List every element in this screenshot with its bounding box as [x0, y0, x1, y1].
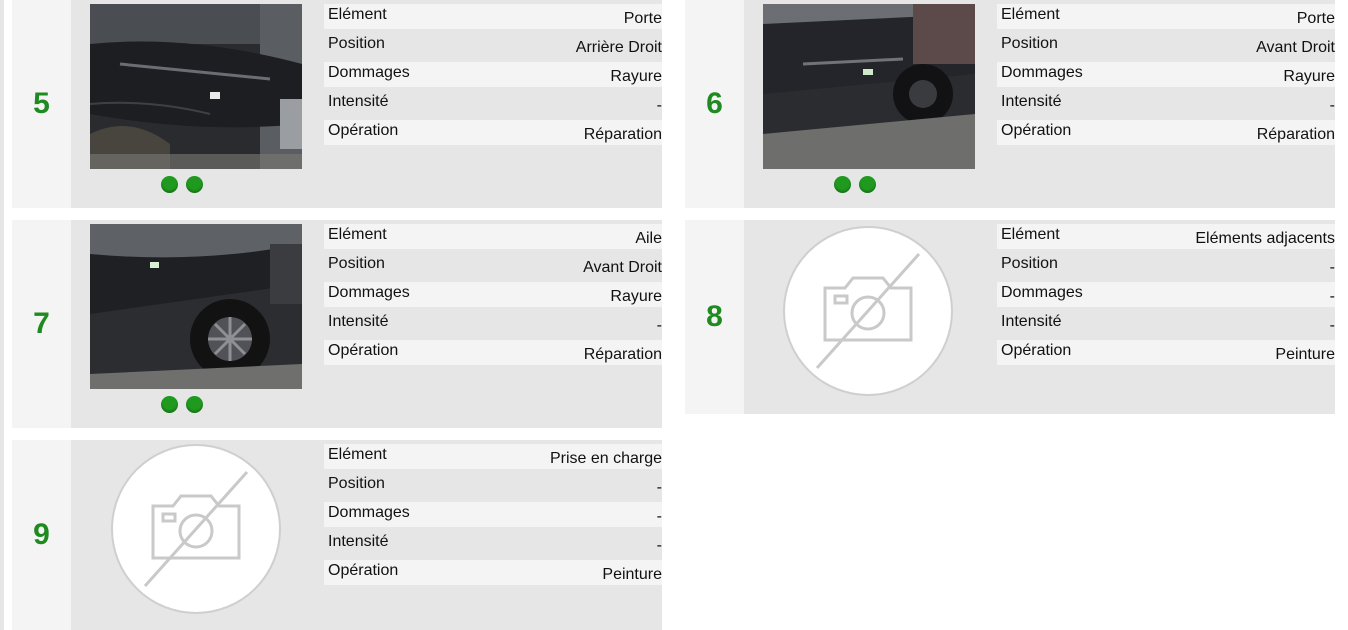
damage-number: 6 — [706, 87, 723, 120]
detail-row-intensity: Intensité - — [997, 311, 1335, 336]
detail-row-operation: Opération Réparation — [324, 340, 662, 365]
detail-row-element: Elément Porte — [324, 4, 662, 29]
damage-card-8: 8 Elément Eléments adjacents Position - Do… — [685, 220, 1335, 414]
number-column: 5 — [12, 0, 71, 208]
number-column: 7 — [12, 220, 71, 428]
photo-indicator-dot[interactable] — [161, 396, 178, 413]
number-column: 6 — [685, 0, 744, 208]
detail-row-damage: Dommages - — [997, 282, 1335, 307]
detail-row-position: Position Arrière Droit — [324, 33, 662, 58]
detail-row-intensity: Intensité - — [324, 531, 662, 556]
detail-row-operation: Opération Réparation — [324, 120, 662, 145]
camera-off-icon — [111, 444, 281, 614]
damage-card-9: 9 Elément Prise en charge Position - Domma… — [12, 440, 662, 630]
number-column: 9 — [12, 440, 71, 630]
damage-number: 8 — [706, 300, 723, 333]
detail-row-damage: Dommages Rayure — [324, 282, 662, 307]
detail-row-element: Elément Aile — [324, 224, 662, 249]
detail-row-operation: Opération Réparation — [997, 120, 1335, 145]
photo-indicator-dot[interactable] — [186, 176, 203, 193]
detail-row-intensity: Intensité - — [324, 91, 662, 116]
detail-row-element: Elément Prise en charge — [324, 444, 662, 469]
detail-row-element: Elément Eléments adjacents — [997, 224, 1335, 249]
detail-row-position: Position Avant Droit — [997, 33, 1335, 58]
details-table: Elément Aile Position Avant Droit Dommages… — [324, 224, 662, 369]
details-table: Elément Porte Position Arrière Droit Domma… — [324, 4, 662, 149]
details-table: Elément Eléments adjacents Position - Domm… — [997, 224, 1335, 369]
damage-card-5: 5 Elément Porte Position Arrière Droit Dom… — [12, 0, 662, 208]
photo-indicator-dot[interactable] — [161, 176, 178, 193]
detail-row-position: Position - — [997, 253, 1335, 278]
detail-row-element: Elément Porte — [997, 4, 1335, 29]
photo-indicator-dot[interactable] — [834, 176, 851, 193]
photo-indicators — [161, 396, 203, 413]
detail-row-operation: Opération Peinture — [324, 560, 662, 585]
left-edge-strip — [0, 0, 4, 630]
damage-number: 7 — [33, 307, 50, 340]
details-table: Elément Prise en charge Position - Dommage… — [324, 444, 662, 589]
damage-card-6: 6 Elément Porte Position Avant Droit Domma… — [685, 0, 1335, 208]
damage-photo[interactable] — [90, 224, 302, 389]
detail-row-intensity: Intensité - — [997, 91, 1335, 116]
damage-card-7: 7 Elément Aile Position Avant Droit Dommag… — [12, 220, 662, 428]
detail-row-position: Position - — [324, 473, 662, 498]
detail-row-damage: Dommages Rayure — [997, 62, 1335, 87]
detail-row-damage: Dommages - — [324, 502, 662, 527]
photo-indicators — [161, 176, 203, 193]
details-table: Elément Porte Position Avant Droit Dommage… — [997, 4, 1335, 149]
camera-off-icon — [783, 226, 953, 396]
damage-number: 5 — [33, 87, 50, 120]
damage-number: 9 — [33, 518, 50, 551]
damage-photo[interactable] — [763, 4, 975, 169]
damage-photo[interactable] — [90, 4, 302, 169]
detail-row-position: Position Avant Droit — [324, 253, 662, 278]
detail-row-operation: Opération Peinture — [997, 340, 1335, 365]
number-column: 8 — [685, 220, 744, 414]
photo-indicator-dot[interactable] — [186, 396, 203, 413]
photo-indicators — [834, 176, 876, 193]
detail-row-damage: Dommages Rayure — [324, 62, 662, 87]
photo-indicator-dot[interactable] — [859, 176, 876, 193]
detail-row-intensity: Intensité - — [324, 311, 662, 336]
